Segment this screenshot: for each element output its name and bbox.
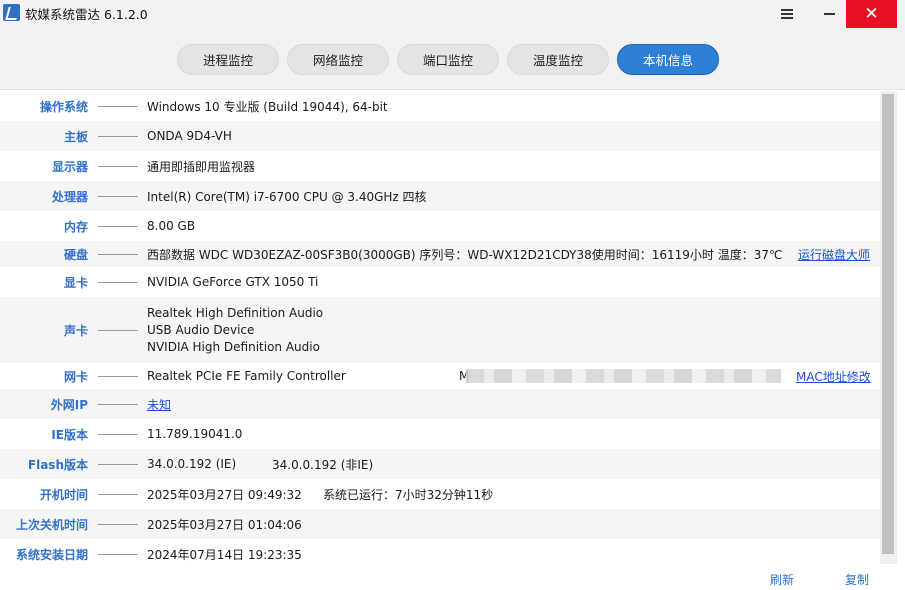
divider — [98, 329, 138, 331]
info-value: ONDA 9D4-VH — [147, 129, 232, 143]
minimize-icon — [823, 13, 835, 15]
info-row-network-card: 网卡 Realtek PCIe FE Family Controller M M… — [0, 363, 880, 389]
info-value: Intel(R) Core(TM) i7-6700 CPU @ 3.40GHz … — [147, 189, 427, 204]
close-icon: ✕ — [864, 3, 879, 24]
external-ip-link[interactable]: 未知 — [147, 396, 171, 413]
info-row-monitor: 显示器 通用即插即用监视器 — [0, 151, 880, 181]
info-label: 主板 — [63, 129, 88, 144]
run-disk-master-link[interactable]: 运行磁盘大师 — [798, 246, 870, 263]
info-row-external-ip: 外网IP 未知 — [0, 389, 880, 419]
tab-network-monitor[interactable]: 网络监控 — [287, 44, 389, 75]
info-row-flash-version: Flash版本 34.0.0.192 (IE) 34.0.0.192 (非IE) — [0, 449, 880, 479]
window-title: 软媒系统雷达 6.1.2.0 — [25, 7, 148, 22]
info-value: 2025年03月27日 09:49:32 — [147, 487, 302, 502]
info-row-gpu: 显卡 NVIDIA GeForce GTX 1050 Ti — [0, 267, 880, 297]
divider — [98, 523, 138, 525]
divider — [98, 105, 138, 107]
divider — [98, 493, 138, 495]
system-info-panel: 操作系统 Windows 10 专业版 (Build 19044), 64-bi… — [0, 91, 880, 564]
info-row-cpu: 处理器 Intel(R) Core(TM) i7-6700 CPU @ 3.40… — [0, 181, 880, 211]
info-row-memory: 内存 8.00 GB — [0, 211, 880, 241]
info-value: Realtek PCIe FE Family Controller — [147, 369, 346, 383]
info-value-secondary: 34.0.0.192 (非IE) — [272, 457, 374, 472]
info-row-motherboard: 主板 ONDA 9D4-VH — [0, 121, 880, 151]
info-value: 11.789.19041.0 — [147, 427, 243, 441]
divider — [98, 433, 138, 435]
divider — [98, 375, 138, 377]
tab-system-info[interactable]: 本机信息 — [617, 44, 719, 75]
info-value: 2024年07月14日 19:23:35 — [147, 547, 302, 562]
info-label: 显示器 — [51, 159, 88, 174]
hamburger-icon — [781, 9, 793, 19]
info-label: 系统安装日期 — [15, 547, 88, 562]
info-row-install-date: 系统安装日期 2024年07月14日 19:23:35 — [0, 539, 880, 564]
divider — [98, 553, 138, 555]
tab-port-monitor[interactable]: 端口监控 — [397, 44, 499, 75]
info-label: 操作系统 — [39, 99, 88, 114]
divider — [98, 253, 138, 255]
info-label: 内存 — [63, 219, 88, 234]
info-label: 声卡 — [63, 323, 88, 338]
divider — [98, 403, 138, 405]
audio-device: USB Audio Device — [147, 322, 255, 337]
info-value: 通用即插即用监视器 — [147, 159, 256, 174]
audio-device: NVIDIA High Definition Audio — [147, 339, 320, 354]
info-value: Windows 10 专业版 (Build 19044), 64-bit — [147, 99, 388, 114]
menu-button[interactable] — [764, 0, 810, 28]
info-row-boot-time: 开机时间 2025年03月27日 09:49:32 系统已运行：7小时32分钟1… — [0, 479, 880, 509]
divider — [98, 225, 138, 227]
divider — [98, 165, 138, 167]
divider — [98, 135, 138, 137]
info-label: 处理器 — [51, 189, 88, 204]
tab-process-monitor[interactable]: 进程监控 — [177, 44, 279, 75]
mac-address-modify-link[interactable]: MAC地址修改 — [796, 368, 871, 385]
info-label: 显卡 — [63, 275, 88, 290]
footer-bar: 刷新 复制 — [0, 564, 905, 590]
copy-button[interactable]: 复制 — [845, 571, 869, 588]
audio-device-list: Realtek High Definition Audio USB Audio … — [147, 305, 323, 356]
mac-address-redacted — [466, 369, 781, 383]
title-bar: 软媒系统雷达 6.1.2.0 ✕ — [0, 0, 905, 28]
info-value: 34.0.0.192 (IE) — [147, 457, 237, 471]
uptime-value: 系统已运行：7小时32分钟11秒 — [323, 487, 494, 502]
info-label: Flash版本 — [27, 457, 88, 472]
info-value: 8.00 GB — [147, 219, 196, 233]
info-value: 2025年03月27日 01:04:06 — [147, 517, 302, 532]
info-label: IE版本 — [51, 427, 88, 442]
close-button[interactable]: ✕ — [846, 0, 897, 28]
info-label: 上次关机时间 — [15, 517, 88, 532]
info-label: 外网IP — [50, 397, 88, 412]
refresh-button[interactable]: 刷新 — [770, 571, 794, 588]
info-value: NVIDIA GeForce GTX 1050 Ti — [147, 275, 319, 289]
info-row-ie-version: IE版本 11.789.19041.0 — [0, 419, 880, 449]
info-row-audio: 声卡 Realtek High Definition Audio USB Aud… — [0, 297, 880, 363]
tab-bar: 进程监控 网络监控 端口监控 温度监控 本机信息 — [0, 28, 905, 90]
info-value: 西部数据 WDC WD30EZAZ-00SF3B0(3000GB) 序列号：WD… — [147, 247, 783, 262]
scrollbar-thumb[interactable] — [882, 94, 894, 554]
vertical-scrollbar[interactable] — [880, 91, 897, 564]
info-row-os: 操作系统 Windows 10 专业版 (Build 19044), 64-bi… — [0, 91, 880, 121]
divider — [98, 281, 138, 283]
audio-device: Realtek High Definition Audio — [147, 305, 324, 320]
info-label: 网卡 — [63, 369, 88, 384]
info-row-last-shutdown: 上次关机时间 2025年03月27日 01:04:06 — [0, 509, 880, 539]
tab-temperature-monitor[interactable]: 温度监控 — [507, 44, 609, 75]
info-label: 硬盘 — [63, 247, 88, 262]
info-label: 开机时间 — [39, 487, 88, 502]
divider — [98, 195, 138, 197]
divider — [98, 463, 138, 465]
app-logo-icon — [3, 4, 20, 21]
info-row-disk: 硬盘 西部数据 WDC WD30EZAZ-00SF3B0(3000GB) 序列号… — [0, 241, 880, 267]
